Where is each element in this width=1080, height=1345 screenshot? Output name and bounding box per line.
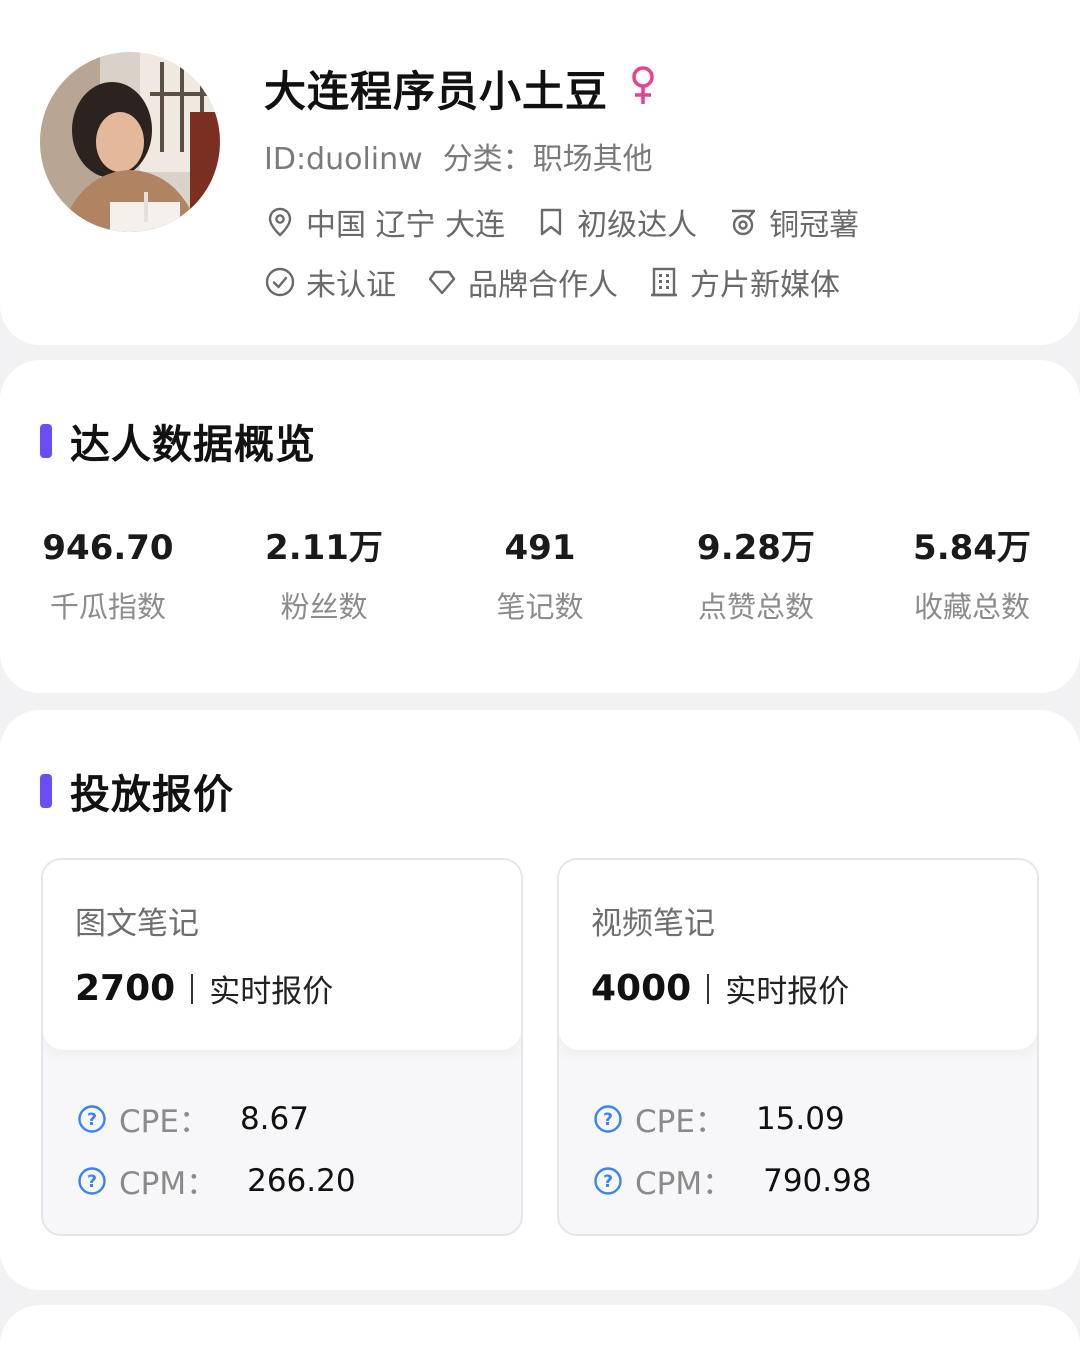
- cpm-label: CPM：: [635, 1166, 734, 1202]
- medal-icon: [732, 209, 756, 236]
- cpe-row: ? CPE： 8.67: [77, 1096, 309, 1141]
- question-circle-icon[interactable]: ?: [593, 1166, 623, 1196]
- svg-text:?: ?: [87, 1172, 97, 1192]
- bookmark-icon: [540, 208, 562, 236]
- cpm-row: ? CPM： 266.20: [77, 1158, 356, 1203]
- location-text: 中国 辽宁 大连: [306, 208, 506, 243]
- svg-text:?: ?: [603, 1110, 613, 1130]
- cpe-row: ? CPE： 15.09: [593, 1096, 845, 1141]
- profile-tags-row-2: 未认证 品牌合作人 方片新媒体: [264, 260, 870, 304]
- overview-title-text: 达人数据概览: [70, 422, 316, 468]
- category-value: 职场其他: [532, 142, 653, 177]
- divider: [707, 973, 710, 1004]
- cpe-value: 15.09: [755, 1100, 845, 1137]
- stat-followers[interactable]: 2.11万 粉丝数: [244, 526, 404, 626]
- cpm-row: ? CPM： 790.98: [593, 1158, 872, 1203]
- price-note: 实时报价: [209, 974, 334, 1010]
- stat-value: 2.11万: [265, 528, 383, 568]
- stat-notes[interactable]: 491 笔记数: [460, 526, 620, 626]
- stat-label: 千瓜指数: [49, 590, 166, 624]
- profile-meta: ID:duolinw 分类：职场其他: [264, 134, 653, 178]
- avatar[interactable]: [40, 52, 220, 232]
- quote-section-title: 投放报价: [40, 762, 234, 820]
- price-line: 4000 实时报价: [591, 966, 849, 1011]
- section-accent-bar: [40, 424, 52, 458]
- question-circle-icon[interactable]: ?: [593, 1104, 623, 1134]
- level-text: 初级达人: [577, 208, 698, 243]
- stat-likes[interactable]: 9.28万 点赞总数: [676, 526, 836, 626]
- quote-title-text: 投放报价: [70, 772, 234, 818]
- stat-value: 491: [504, 528, 576, 568]
- cpm-label: CPM：: [119, 1166, 218, 1202]
- price-amount: 2700: [75, 968, 176, 1009]
- rank-tag: 铜冠薯: [727, 200, 859, 244]
- price-type: 图文笔记: [75, 906, 199, 942]
- check-circle-icon: [265, 267, 295, 297]
- location-pin-icon: [268, 207, 292, 237]
- cpe-value: 8.67: [239, 1100, 309, 1137]
- cpm-value: 266.20: [247, 1162, 356, 1199]
- agency-tag: 方片新媒体: [648, 260, 840, 304]
- level-tag: 初级达人: [535, 200, 697, 244]
- svg-text:?: ?: [603, 1172, 613, 1192]
- stat-label: 点赞总数: [697, 590, 814, 624]
- stat-value: 9.28万: [697, 528, 815, 568]
- section-accent-bar: [40, 774, 52, 808]
- next-card-edge: [0, 1305, 1080, 1345]
- stat-label: 粉丝数: [280, 590, 368, 624]
- verification-text: 未认证: [306, 268, 396, 303]
- cpm-value: 790.98: [763, 1162, 872, 1199]
- stat-label: 笔记数: [496, 590, 584, 624]
- question-circle-icon[interactable]: ?: [77, 1166, 107, 1196]
- price-box-video[interactable]: 视频笔记 4000 实时报价 ? CPE： 15.09 ? CPM： 790.9…: [557, 858, 1039, 1236]
- question-circle-icon[interactable]: ?: [77, 1104, 107, 1134]
- cpe-label: CPE：: [635, 1104, 726, 1140]
- stat-label: 收藏总数: [913, 590, 1030, 624]
- brand-partner-text: 品牌合作人: [468, 268, 618, 303]
- price-amount: 4000: [591, 968, 692, 1009]
- agency-text: 方片新媒体: [690, 268, 840, 303]
- cpe-label: CPE：: [119, 1104, 210, 1140]
- overview-card: 达人数据概览 946.70 千瓜指数 2.11万 粉丝数 491 笔记数 9.2…: [0, 360, 1080, 693]
- profile-card: 大连程序员小土豆 ID:duolinw 分类：职场其他 中国 辽宁 大连 初级达人: [0, 0, 1080, 345]
- stat-value: 946.70: [42, 528, 174, 568]
- profile-id: ID:duolinw: [264, 142, 423, 177]
- price-note: 实时报价: [725, 974, 850, 1010]
- quote-card: 投放报价 图文笔记 2700 实时报价 ? CPE： 8.67 ? CPM： 2…: [0, 710, 1080, 1290]
- price-box-image-text[interactable]: 图文笔记 2700 实时报价 ? CPE： 8.67 ? CPM： 266.20: [41, 858, 523, 1236]
- diamond-icon: [428, 270, 456, 295]
- rank-text: 铜冠薯: [769, 208, 860, 243]
- location-tag: 中国 辽宁 大连: [264, 200, 505, 244]
- category-label: 分类：: [442, 142, 533, 177]
- verification-tag: 未认证: [264, 260, 396, 304]
- brand-partner-tag: 品牌合作人: [426, 260, 618, 304]
- price-box-header: 图文笔记 2700 实时报价: [43, 860, 521, 1050]
- profile-tags-row-1: 中国 辽宁 大连 初级达人 铜冠薯: [264, 200, 889, 244]
- svg-text:?: ?: [87, 1110, 97, 1130]
- price-type: 视频笔记: [591, 906, 715, 942]
- price-line: 2700 实时报价: [75, 966, 333, 1011]
- price-box-header: 视频笔记 4000 实时报价: [559, 860, 1037, 1050]
- divider: [191, 973, 194, 1004]
- female-icon: [632, 66, 654, 104]
- stat-value: 5.84万: [913, 528, 1031, 568]
- building-icon: [651, 267, 677, 297]
- stat-qiangua-index[interactable]: 946.70 千瓜指数: [28, 526, 188, 626]
- overview-section-title: 达人数据概览: [40, 412, 316, 470]
- profile-name: 大连程序员小土豆: [264, 67, 609, 116]
- stat-collections[interactable]: 5.84万 收藏总数: [892, 526, 1052, 626]
